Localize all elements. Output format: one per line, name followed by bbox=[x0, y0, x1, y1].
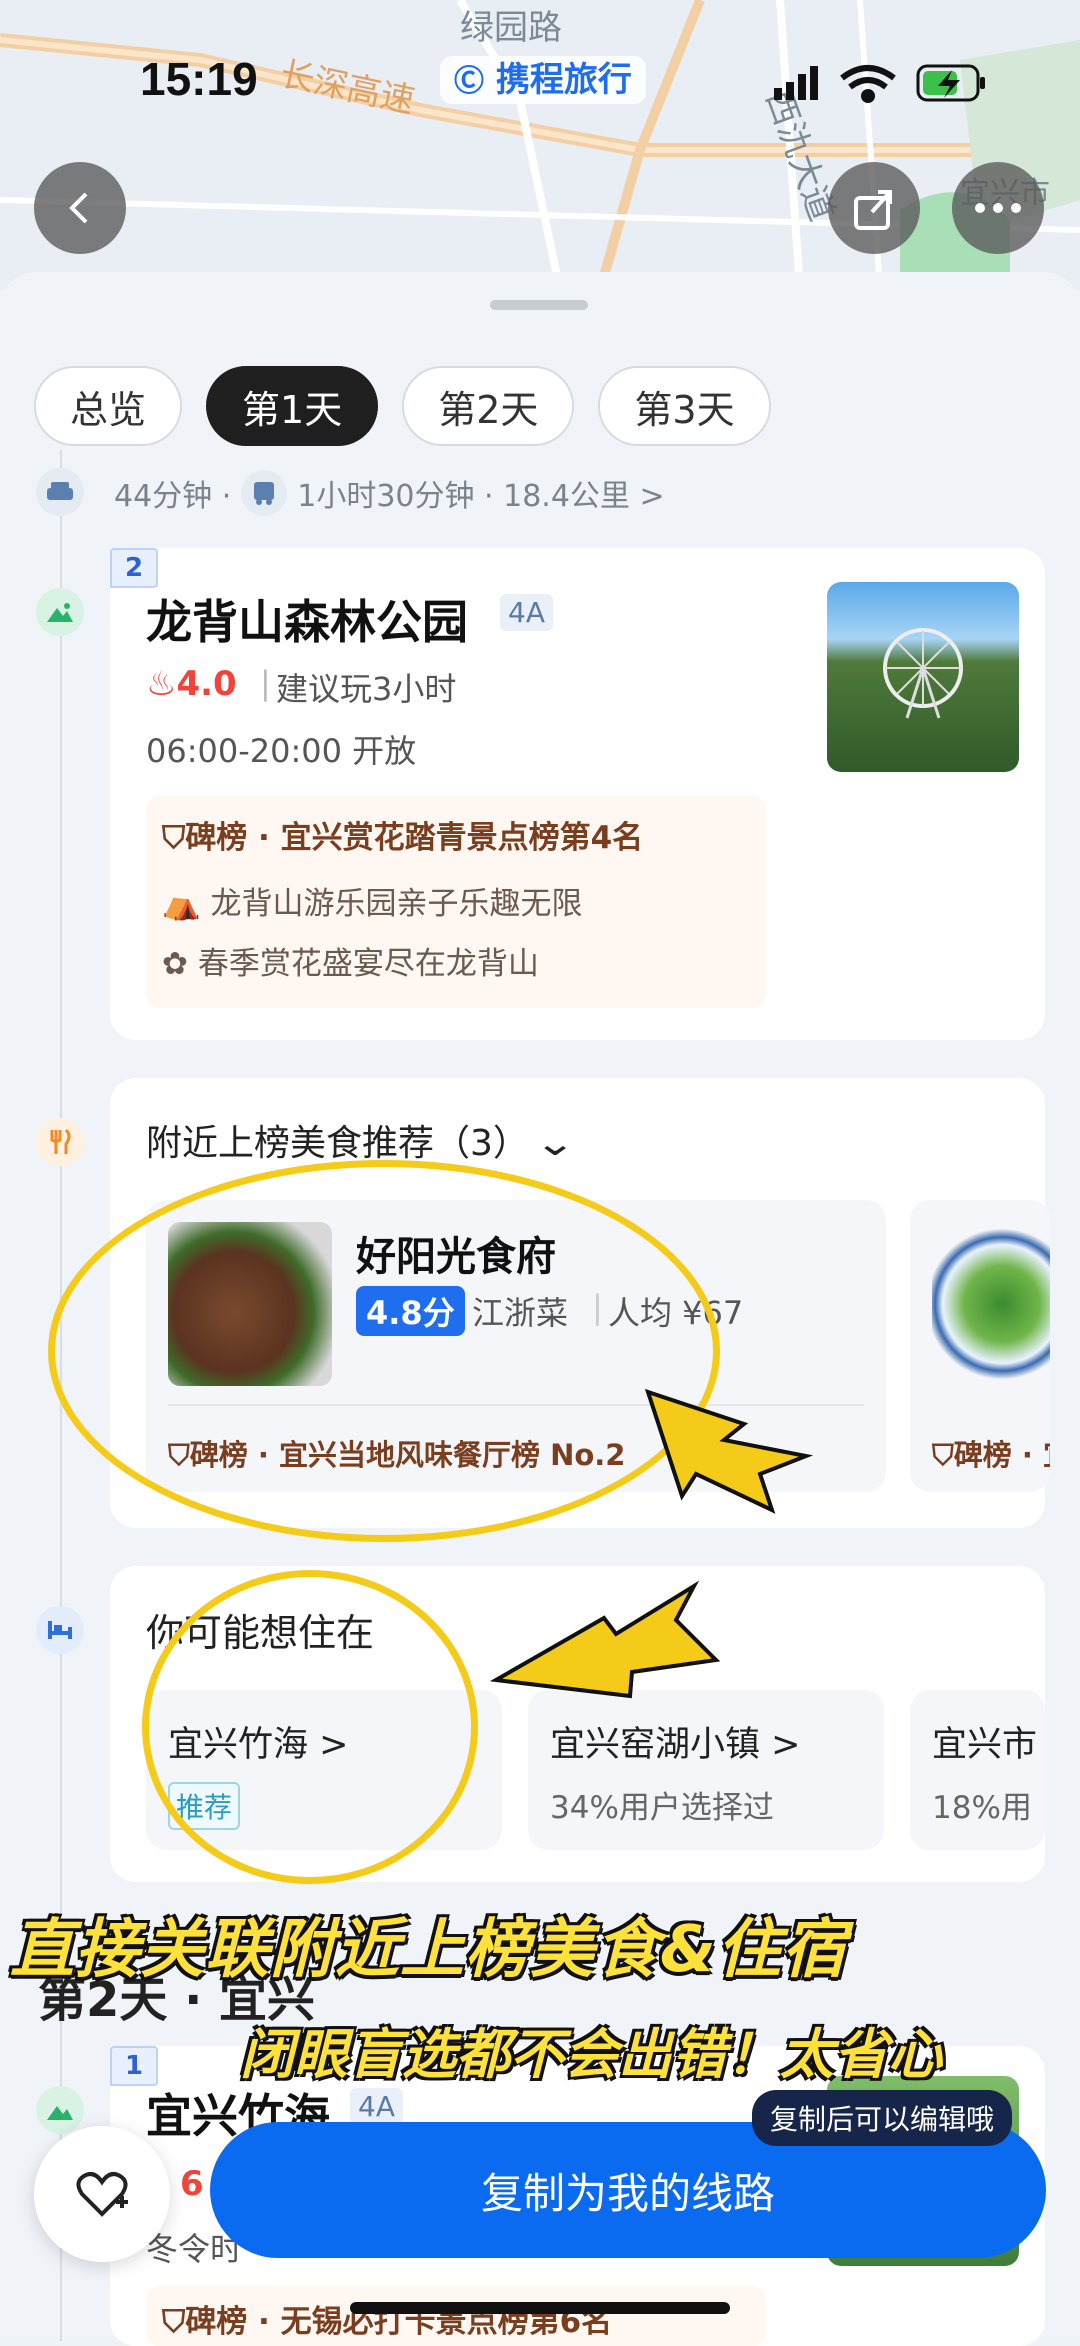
heart-plus-icon bbox=[76, 2172, 128, 2217]
favorite-button[interactable] bbox=[34, 2126, 170, 2262]
arrow-icon bbox=[489, 1580, 721, 1699]
home-indicator bbox=[350, 2302, 730, 2314]
edit-tooltip: 复制后可以编辑哦 bbox=[752, 2090, 1013, 2146]
overlay-caption-main: 直接关联附近上榜美食&住宿 bbox=[10, 1913, 847, 1987]
overlay-caption-sub: 闭眼盲选都不会出错！太省心 bbox=[240, 2023, 942, 2086]
arrow-icon bbox=[644, 1388, 814, 1514]
